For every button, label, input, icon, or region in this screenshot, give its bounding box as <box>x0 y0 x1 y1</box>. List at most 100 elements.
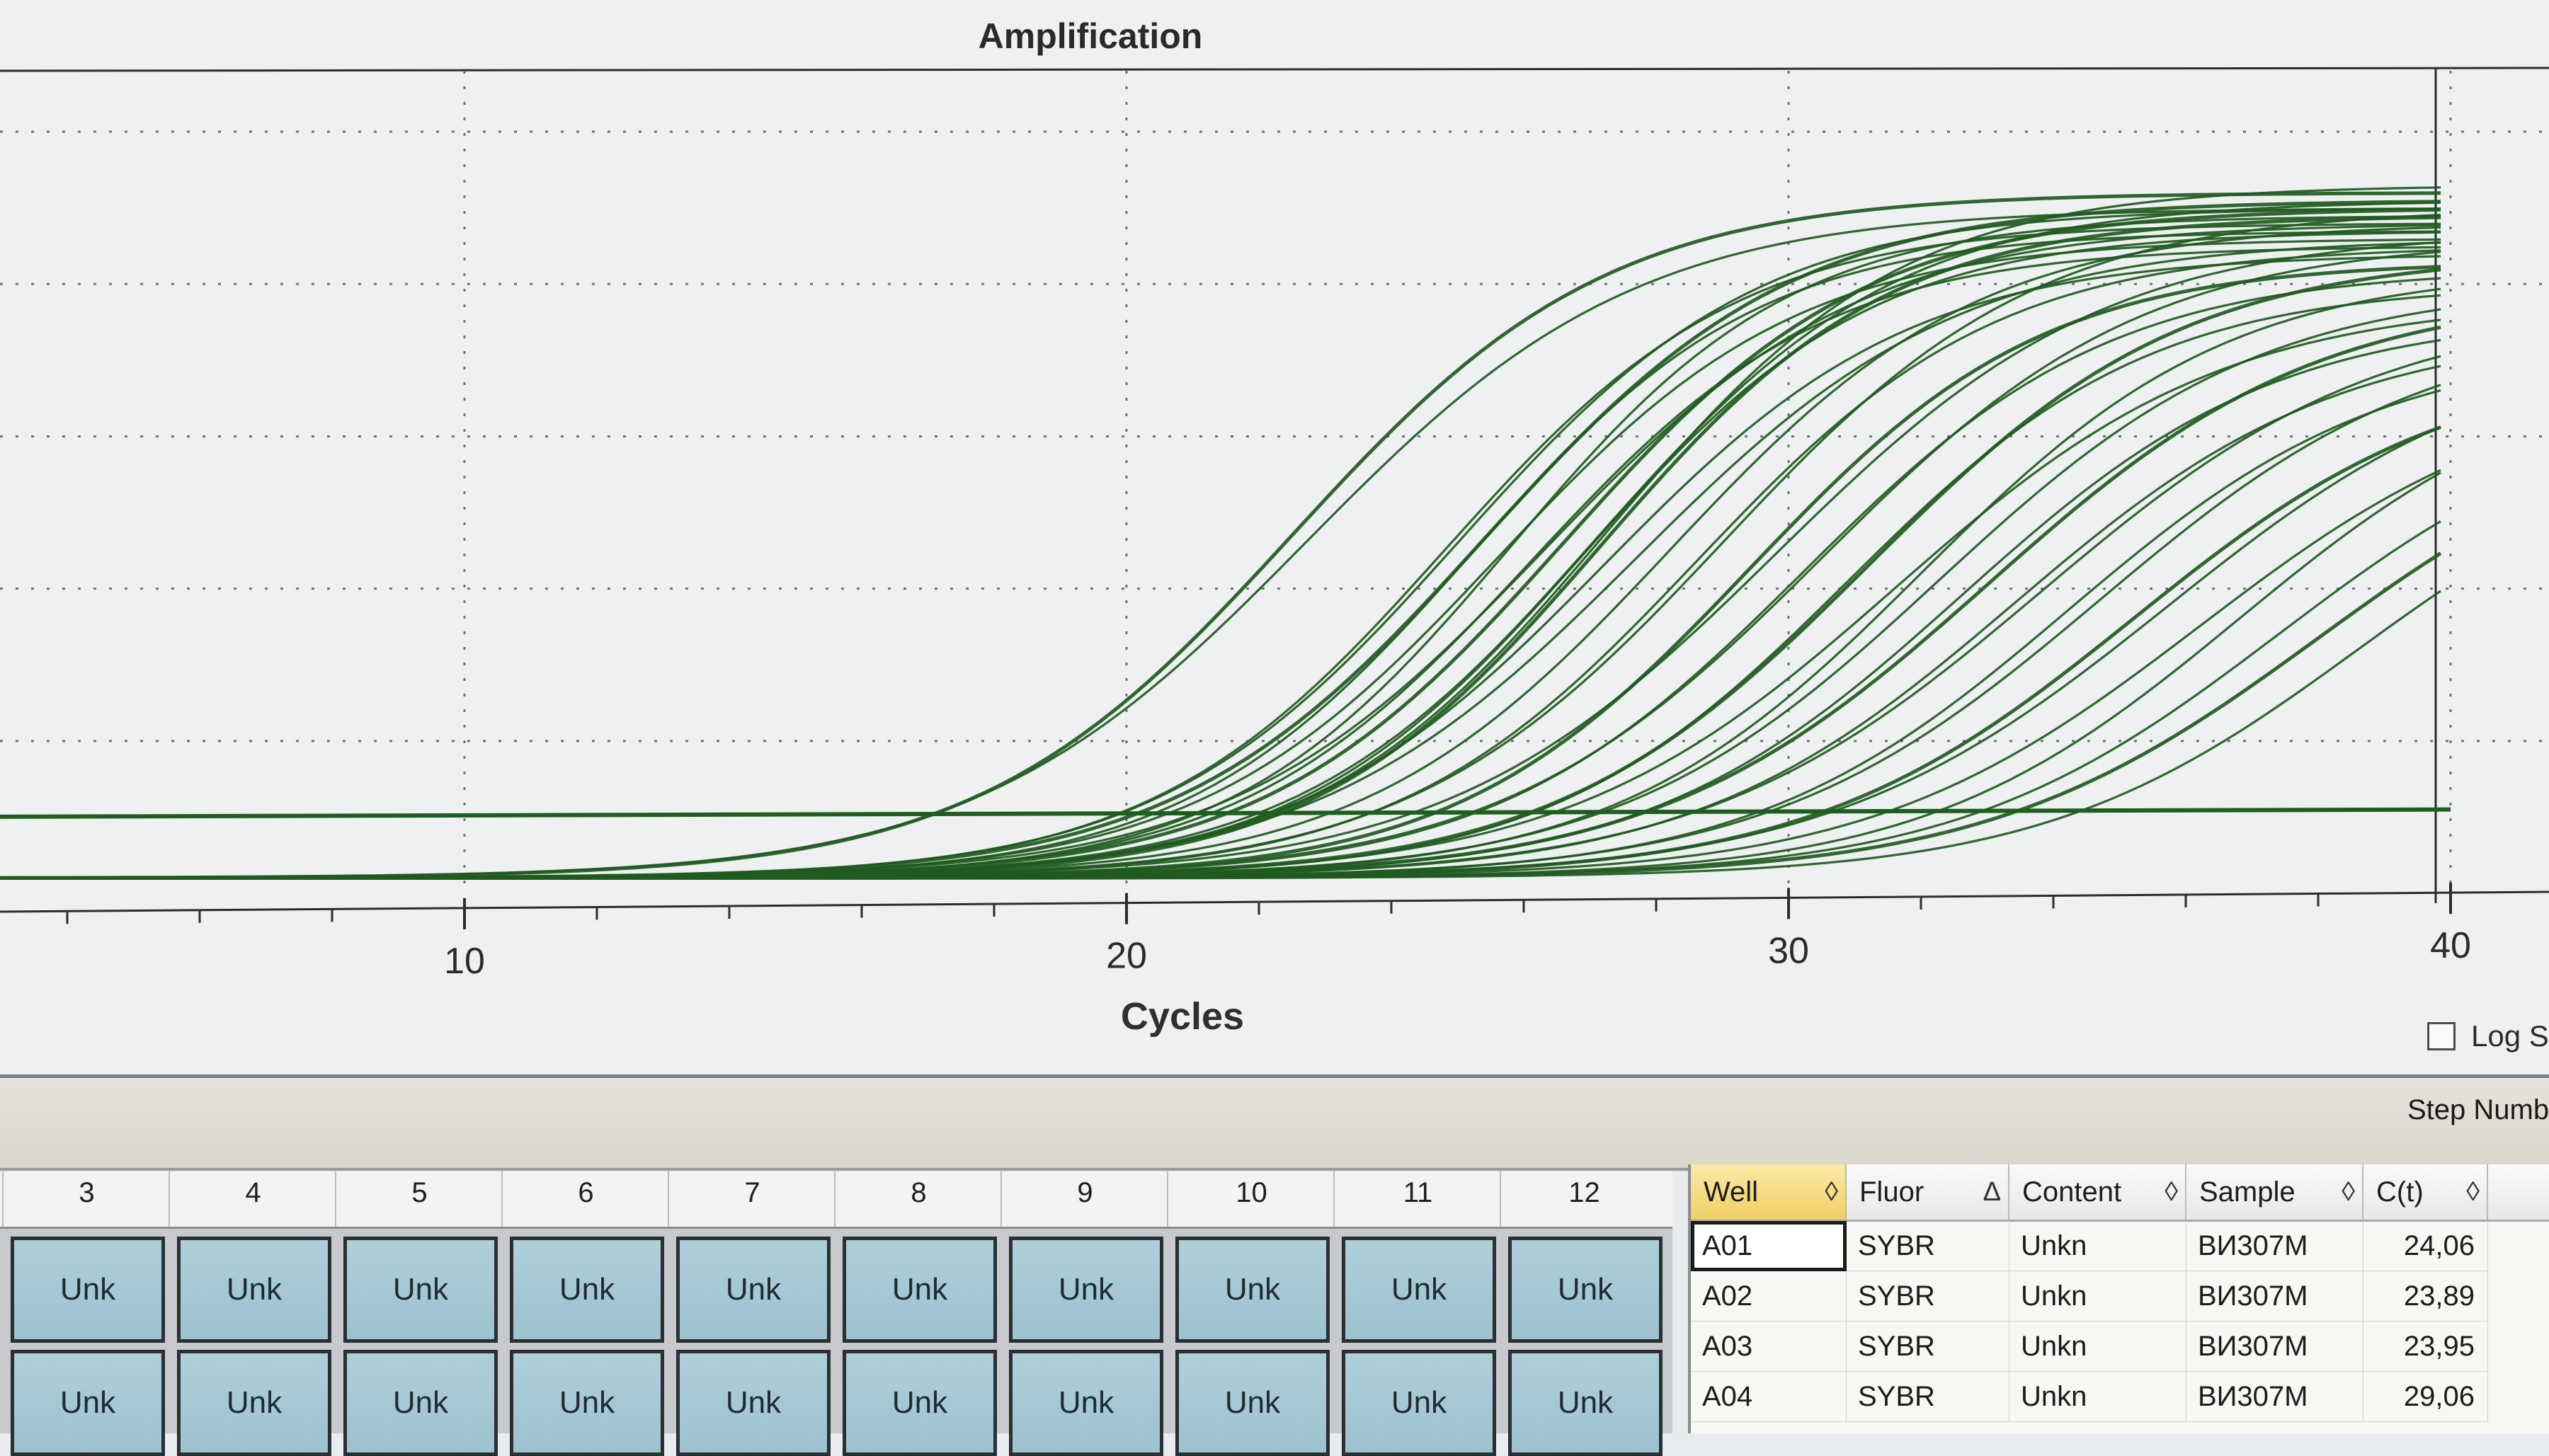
plate-well[interactable]: Unk <box>343 1350 498 1456</box>
cell-well[interactable]: A01 <box>1691 1221 1847 1271</box>
log-scale-label: Log S <box>2471 1019 2549 1053</box>
column-header-ct[interactable]: C(t) ◊ <box>2363 1164 2488 1220</box>
cell-fluor[interactable]: SYBR <box>1847 1372 2009 1422</box>
amplification-curve <box>0 241 2441 879</box>
sort-icon[interactable]: ◊ <box>2342 1177 2355 1208</box>
column-header-label: Content <box>2022 1176 2122 1208</box>
table-row[interactable]: A02 SYBR Unkn BИ307M 23,89 <box>1691 1271 2549 1322</box>
cell-ct[interactable]: 29,06 <box>2363 1372 2488 1422</box>
cell-ct[interactable]: 23,95 <box>2363 1322 2488 1372</box>
plate-well[interactable]: Unk <box>1508 1350 1663 1456</box>
well-content-label: Unk <box>725 1272 782 1307</box>
well-content-label: Unk <box>559 1385 615 1420</box>
plate-layout: 3 4 5 6 7 8 9 10 11 12 Unk Unk Unk Unk Unk Unk Unk Unk Un… <box>0 1171 1672 1456</box>
sort-icon[interactable]: ◊ <box>1825 1177 1838 1208</box>
cell-sample[interactable]: BИ307M <box>2186 1221 2363 1271</box>
plate-column-label[interactable]: 6 <box>503 1177 669 1209</box>
amplification-curve <box>0 338 2441 880</box>
column-header-well[interactable]: Well ◊ <box>1691 1164 1847 1220</box>
column-separator <box>834 1171 836 1227</box>
amplification-curve <box>0 215 2441 880</box>
plate-well[interactable]: Unk <box>510 1237 664 1343</box>
plate-well[interactable]: Unk <box>177 1237 331 1343</box>
plate-column-label[interactable]: 9 <box>1002 1177 1168 1209</box>
column-header-fluor[interactable]: Fluor Δ <box>1847 1164 2009 1220</box>
plate-well[interactable]: Unk <box>1175 1350 1330 1456</box>
well-content-label: Unk <box>226 1385 283 1420</box>
column-separator <box>1000 1171 1002 1227</box>
plate-column-label[interactable]: 5 <box>336 1177 503 1209</box>
column-header-content[interactable]: Content ◊ <box>2009 1164 2186 1220</box>
plate-well[interactable]: Unk <box>1342 1237 1496 1343</box>
amplification-curve <box>0 319 2441 880</box>
log-scale-checkbox[interactable] <box>2427 1022 2456 1050</box>
column-separator <box>1333 1171 1335 1227</box>
well-content-label: Unk <box>226 1272 283 1307</box>
plate-well[interactable]: Unk <box>676 1350 831 1456</box>
plate-well[interactable]: Unk <box>843 1237 997 1343</box>
plate-well[interactable]: Unk <box>1009 1237 1163 1343</box>
plate-column-header: 3 4 5 6 7 8 9 10 11 12 <box>0 1171 1672 1229</box>
plate-column-label[interactable]: 10 <box>1168 1177 1335 1209</box>
x-tick-label: 30 <box>1768 930 1809 971</box>
well-content-label: Unk <box>392 1385 449 1420</box>
table-row[interactable]: A01 SYBR Unkn BИ307M 24,06 <box>1691 1221 2549 1271</box>
plate-column-label[interactable]: 3 <box>4 1177 170 1209</box>
amplification-curve <box>0 325 2441 880</box>
column-header-sample[interactable]: Sample ◊ <box>2186 1164 2363 1220</box>
amplification-curve <box>0 520 2441 880</box>
cell-fluor[interactable]: SYBR <box>1847 1322 2009 1372</box>
cell-well[interactable]: A02 <box>1691 1271 1847 1322</box>
cell-sample[interactable]: BИ307M <box>2186 1322 2363 1372</box>
cell-well[interactable]: A03 <box>1691 1322 1847 1372</box>
plate-well[interactable]: Unk <box>1175 1237 1330 1343</box>
well-content-label: Unk <box>1058 1272 1114 1307</box>
cell-ct[interactable]: 23,89 <box>2363 1271 2488 1322</box>
sort-icon[interactable]: ◊ <box>2466 1177 2480 1208</box>
table-header: Well ◊ Fluor Δ Content ◊ Sample ◊ C(t) ◊ <box>1691 1164 2549 1222</box>
plate-well[interactable]: Unk <box>843 1350 997 1456</box>
cell-content[interactable]: Unkn <box>2009 1221 2186 1271</box>
cell-content[interactable]: Unkn <box>2009 1271 2186 1322</box>
well-content-label: Unk <box>1224 1385 1281 1420</box>
cell-ct[interactable]: 24,06 <box>2363 1221 2488 1271</box>
cell-sample[interactable]: BИ307M <box>2186 1372 2363 1422</box>
plate-well[interactable]: Unk <box>1508 1237 1663 1343</box>
sort-icon[interactable]: Δ <box>1983 1177 2001 1208</box>
well-content-label: Unk <box>1557 1385 1614 1420</box>
well-content-label: Unk <box>725 1385 782 1420</box>
well-content-label: Unk <box>59 1385 116 1420</box>
plot-top-border <box>0 67 2549 72</box>
plate-column-label[interactable]: 4 <box>170 1177 336 1209</box>
plate-well[interactable]: Unk <box>11 1237 165 1343</box>
amplification-curve <box>0 207 2441 879</box>
plate-column-label[interactable]: 11 <box>1335 1177 1501 1209</box>
cell-fluor[interactable]: SYBR <box>1847 1221 2009 1271</box>
log-scale-toggle[interactable]: Log S <box>2427 1019 2549 1053</box>
cell-content[interactable]: Unkn <box>2009 1372 2186 1422</box>
plate-well[interactable]: Unk <box>11 1350 165 1456</box>
cell-fluor[interactable]: SYBR <box>1847 1271 2009 1322</box>
threshold-line <box>0 807 2451 819</box>
cell-sample[interactable]: BИ307M <box>2186 1271 2363 1322</box>
cell-content[interactable]: Unkn <box>2009 1322 2186 1372</box>
plate-well[interactable]: Unk <box>177 1350 331 1456</box>
plate-column-label[interactable]: 12 <box>1501 1177 1667 1209</box>
column-separator <box>1167 1171 1168 1227</box>
plate-well[interactable]: Unk <box>1009 1350 1163 1456</box>
sort-icon[interactable]: ◊ <box>2165 1177 2178 1208</box>
table-row[interactable]: A04 SYBR Unkn BИ307M 29,06 <box>1691 1372 2549 1422</box>
cell-well[interactable]: A04 <box>1691 1372 1847 1422</box>
table-row[interactable]: A03 SYBR Unkn BИ307M 23,95 <box>1691 1322 2549 1372</box>
plate-column-label[interactable]: 8 <box>836 1177 1002 1209</box>
column-header-label: Well <box>1704 1176 1759 1208</box>
step-number-bar <box>0 1079 2549 1171</box>
plate-well[interactable]: Unk <box>510 1350 664 1456</box>
plate-column-label[interactable]: 7 <box>669 1177 836 1209</box>
column-header-label: Fluor <box>1859 1176 1924 1208</box>
plate-well[interactable]: Unk <box>343 1237 498 1343</box>
well-data-table: Well ◊ Fluor Δ Content ◊ Sample ◊ C(t) ◊ A01 SYBR U… <box>1688 1164 2549 1433</box>
plate-well[interactable]: Unk <box>1342 1350 1496 1456</box>
panel-divider[interactable] <box>0 1074 2549 1078</box>
plate-well[interactable]: Unk <box>676 1237 831 1343</box>
